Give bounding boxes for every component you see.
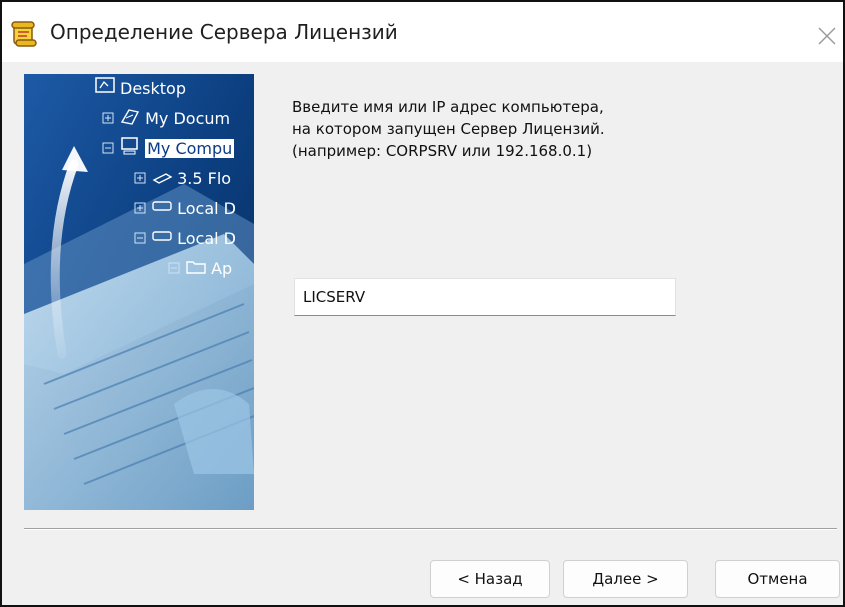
tree-item-label: 3.5 Flo xyxy=(177,168,232,188)
tree-item: My Docum xyxy=(102,106,230,130)
folder-icon xyxy=(185,256,207,280)
divider xyxy=(24,528,837,530)
tree-item-label: My Compu xyxy=(145,138,235,158)
collapse-minus-icon xyxy=(102,139,114,158)
expand-plus-icon xyxy=(134,169,146,188)
wizard-side-image: Desktop My Docum My Compu 3.5 Flo Local … xyxy=(24,74,254,510)
floppy-drive-icon xyxy=(151,166,173,190)
local-drive-icon xyxy=(151,226,173,250)
license-scroll-icon xyxy=(10,20,38,48)
collapse-minus-icon xyxy=(168,259,180,278)
tree-item: My Compu xyxy=(102,136,235,160)
tree-item-label: Local D xyxy=(177,198,236,218)
cancel-button[interactable]: Отмена xyxy=(715,560,840,598)
instruction-text: Введите имя или IP адрес компьютера, на … xyxy=(292,96,605,162)
expand-plus-icon xyxy=(102,109,114,128)
my-documents-icon xyxy=(119,106,141,130)
title-bar: Определение Сервера Лицензий xyxy=(2,2,843,62)
my-computer-icon xyxy=(119,136,141,160)
desktop-icon xyxy=(94,76,116,100)
tree-item: Desktop xyxy=(94,76,186,100)
tree-item-label: My Docum xyxy=(145,108,231,128)
collapse-minus-icon xyxy=(134,229,146,248)
instruction-line: (например: CORPSRV или 192.168.0.1) xyxy=(292,142,593,160)
tree-item: Local D xyxy=(134,226,236,250)
tree-item: Ap xyxy=(168,256,232,280)
back-button[interactable]: < Назад xyxy=(430,560,550,598)
window-title: Определение Сервера Лицензий xyxy=(50,20,398,44)
dialog-body: Desktop My Docum My Compu 3.5 Flo Local … xyxy=(2,62,843,605)
license-server-dialog: Определение Сервера Лицензий Desktop My … xyxy=(0,0,845,607)
tree-item-label: Desktop xyxy=(120,78,186,98)
next-button[interactable]: Далее > xyxy=(563,560,688,598)
expand-plus-icon xyxy=(134,199,146,218)
server-name-input[interactable] xyxy=(294,278,676,316)
tree-item-label: Ap xyxy=(211,258,233,278)
tree-item-label: Local D xyxy=(177,228,236,248)
local-drive-icon xyxy=(151,196,173,220)
tree-item: 3.5 Flo xyxy=(134,166,231,190)
instruction-line: на котором запущен Сервер Лицензий. xyxy=(292,120,605,138)
close-button[interactable] xyxy=(807,16,843,52)
close-icon xyxy=(818,27,836,45)
instruction-line: Введите имя или IP адрес компьютера, xyxy=(292,98,604,116)
tree-item: Local D xyxy=(134,196,236,220)
